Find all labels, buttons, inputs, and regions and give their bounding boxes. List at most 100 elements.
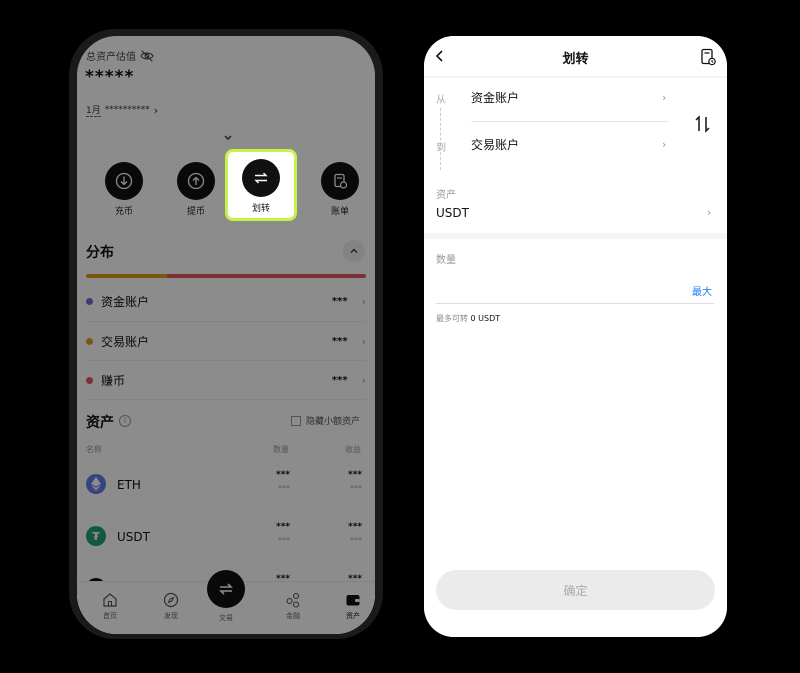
chevron-right-icon[interactable]: › bbox=[662, 138, 666, 151]
distribution-segment-funding bbox=[86, 274, 168, 278]
transfer-history-icon[interactable] bbox=[700, 48, 716, 66]
monthly-pnl-row[interactable]: 1月 ********** › bbox=[86, 103, 158, 117]
asset-income-sub: *** bbox=[350, 536, 362, 545]
nav-assets[interactable]: 资产 bbox=[333, 592, 373, 621]
asset-name: ETH bbox=[117, 478, 141, 492]
max-transferable: 最多可转 0 USDT bbox=[436, 313, 500, 324]
distribution-segment-trading bbox=[167, 274, 366, 278]
discover-icon bbox=[163, 592, 179, 608]
divider bbox=[86, 399, 366, 400]
nav-assets-label: 资产 bbox=[346, 612, 360, 620]
account-name: 赚币 bbox=[101, 373, 126, 388]
home-icon bbox=[103, 593, 117, 607]
trade-icon bbox=[219, 583, 233, 595]
trade-button[interactable] bbox=[207, 570, 245, 608]
asset-row-eth[interactable]: ETH *** *** *** *** bbox=[86, 468, 366, 502]
chevron-up-icon bbox=[350, 248, 358, 253]
asset-card[interactable]: 资产 USDT › bbox=[424, 175, 727, 233]
checkbox[interactable] bbox=[291, 415, 301, 426]
account-row-funding[interactable]: 资金账户 *** › bbox=[86, 291, 366, 311]
wallet-icon bbox=[346, 595, 360, 606]
wallet-screen: 总资产估值 ***** 1月 ********** › 充币 提币 账单 分布 … bbox=[77, 36, 375, 634]
eye-off-icon[interactable] bbox=[140, 49, 154, 63]
confirm-button[interactable]: 确定 bbox=[436, 570, 715, 610]
asset-income: *** bbox=[348, 470, 363, 480]
column-header-name: 名称 bbox=[86, 445, 102, 454]
eth-icon bbox=[86, 474, 106, 494]
total-assets-value: ***** bbox=[85, 67, 135, 87]
from-account[interactable]: 资金账户 bbox=[471, 89, 519, 106]
transfer-button-highlighted[interactable]: 划转 bbox=[225, 149, 297, 221]
quantity-label: 数量 bbox=[436, 255, 456, 266]
asset-name: USDT bbox=[117, 530, 150, 544]
account-dot bbox=[86, 297, 93, 305]
account-row-earn[interactable]: 赚币 *** › bbox=[86, 370, 366, 390]
wallet-phone: 总资产估值 ***** 1月 ********** › 充币 提币 账单 分布 … bbox=[69, 29, 383, 639]
swap-accounts-icon[interactable] bbox=[694, 115, 712, 133]
total-assets-label-text: 总资产估值 bbox=[86, 52, 136, 63]
nav-home[interactable]: 首页 bbox=[90, 592, 130, 621]
nav-finance-label: 金融 bbox=[286, 612, 300, 620]
distribution-bar bbox=[86, 274, 366, 278]
asset-quantity-sub: *** bbox=[278, 484, 290, 493]
asset-quantity: *** bbox=[276, 470, 291, 480]
nav-finance[interactable]: 金融 bbox=[273, 592, 313, 621]
account-value: *** bbox=[331, 374, 348, 386]
withdraw-button[interactable]: 提币 bbox=[171, 154, 221, 217]
nav-home-label: 首页 bbox=[103, 612, 117, 620]
deposit-icon bbox=[105, 162, 143, 200]
divider bbox=[471, 121, 669, 122]
month-value: ********** bbox=[104, 105, 150, 115]
asset-label: 资产 bbox=[436, 190, 456, 201]
divider bbox=[86, 321, 366, 322]
transfer-icon bbox=[242, 159, 280, 197]
account-dot bbox=[86, 337, 93, 345]
bill-label: 账单 bbox=[330, 207, 349, 217]
max-button[interactable]: 最大 bbox=[692, 283, 712, 298]
divider bbox=[86, 360, 366, 361]
usdt-icon: ₮ bbox=[86, 526, 106, 546]
nav-discover-label: 发现 bbox=[164, 612, 178, 620]
chevron-down-icon[interactable] bbox=[222, 132, 234, 144]
chevron-right-icon: › bbox=[361, 294, 366, 308]
chevron-right-icon: › bbox=[153, 103, 159, 117]
account-row-trading[interactable]: 交易账户 *** › bbox=[86, 331, 366, 351]
max-transferable-label: 最多可转 bbox=[436, 314, 468, 323]
transfer-screen: 划转 从 到 资金账户 › 交易账户 › 资产 USDT › 数量 最大 最多可… bbox=[424, 36, 727, 637]
quantity-card: 数量 最大 最多可转 0 USDT 确定 bbox=[424, 239, 727, 637]
total-assets-label: 总资产估值 bbox=[86, 48, 154, 63]
distribution-title: 分布 bbox=[86, 245, 114, 261]
from-label: 从 bbox=[436, 95, 446, 106]
hide-small-assets-label: 隐藏小额资产 bbox=[306, 417, 361, 427]
collapse-distribution-button[interactable] bbox=[343, 240, 365, 262]
withdraw-icon bbox=[177, 162, 215, 200]
to-account[interactable]: 交易账户 bbox=[471, 136, 519, 153]
account-name: 资金账户 bbox=[101, 294, 150, 309]
account-dot bbox=[86, 376, 93, 384]
nav-discover[interactable]: 发现 bbox=[151, 592, 191, 621]
bill-icon bbox=[321, 162, 359, 200]
asset-income-sub: *** bbox=[350, 484, 362, 493]
column-header-income: 收益 bbox=[345, 445, 361, 454]
asset-quantity-sub: *** bbox=[278, 536, 290, 545]
nav-bar: 划转 bbox=[424, 36, 727, 76]
deposit-button[interactable]: 充币 bbox=[99, 154, 149, 217]
withdraw-label: 提币 bbox=[186, 207, 205, 217]
account-name: 交易账户 bbox=[101, 334, 150, 349]
quantity-input[interactable] bbox=[436, 274, 714, 304]
column-header-quantity: 数量 bbox=[273, 445, 289, 454]
assets-title: 资产 bbox=[86, 415, 114, 431]
account-value: *** bbox=[331, 295, 348, 307]
chevron-right-icon: › bbox=[361, 373, 366, 387]
transfer-label: 划转 bbox=[251, 204, 270, 214]
asset-row-usdt[interactable]: ₮ USDT *** *** *** *** bbox=[86, 520, 366, 554]
finance-icon bbox=[286, 592, 300, 608]
chevron-right-icon[interactable]: › bbox=[662, 91, 666, 104]
deposit-label: 充币 bbox=[114, 207, 133, 217]
asset-value[interactable]: USDT bbox=[436, 206, 469, 220]
chevron-right-icon[interactable]: › bbox=[707, 206, 711, 219]
bill-button[interactable]: 账单 bbox=[315, 154, 365, 217]
month-label: 1月 bbox=[86, 103, 101, 117]
info-icon[interactable]: i bbox=[119, 415, 131, 427]
hide-small-assets-toggle[interactable]: 隐藏小额资产 bbox=[291, 414, 360, 427]
